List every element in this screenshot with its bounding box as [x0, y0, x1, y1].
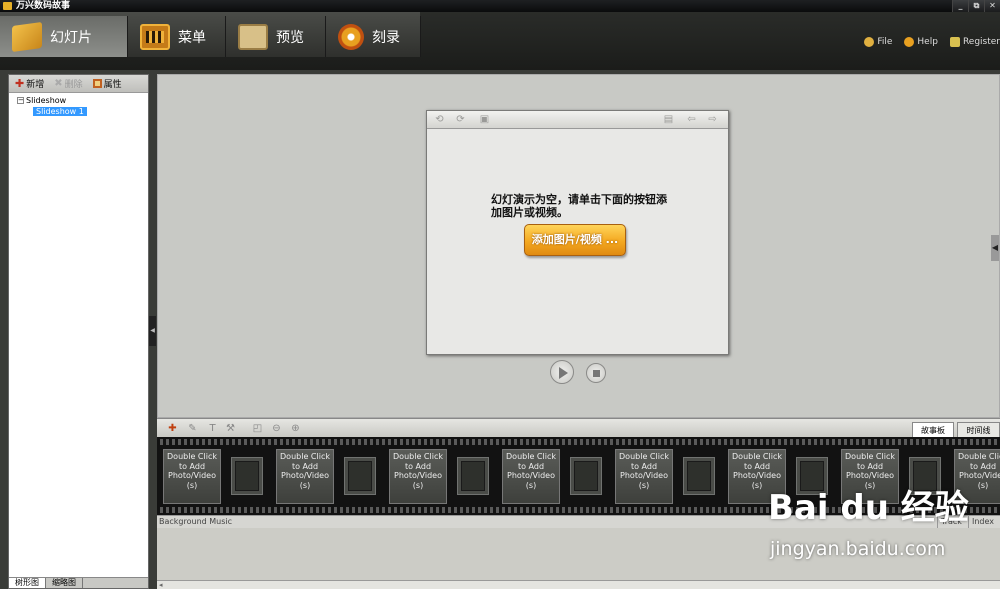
register-link-label: Register [962, 37, 1000, 47]
tab-slideshow[interactable]: 幻灯片 [0, 16, 128, 57]
media-slot[interactable]: Double Click to Add Photo/Video (s) [276, 449, 334, 504]
expand-right-panel-handle[interactable]: ◀ [991, 235, 999, 261]
media-slot[interactable]: Double Click to Add Photo/Video (s) [389, 449, 447, 504]
tree-item-slideshow-1[interactable]: Slideshow 1 [33, 107, 87, 116]
tab-label: 刻录 [372, 29, 400, 46]
delete-slideshow-button[interactable]: ✖ 删除 [54, 77, 82, 90]
properties-button[interactable]: 属性 [92, 77, 122, 90]
panel-collapse-handle[interactable]: ◀ [149, 316, 156, 346]
film-sprockets [157, 439, 1000, 445]
menu-icon [140, 23, 170, 50]
register-key-icon [949, 37, 960, 47]
tab-preview[interactable]: 预览 [226, 16, 326, 57]
tree-root-label: Slideshow [26, 96, 67, 105]
properties-icon [92, 79, 102, 88]
tab-tree-view[interactable]: 树形图 [9, 578, 46, 588]
file-link-label: File [877, 37, 893, 47]
bg-music-column: Background Music [159, 517, 233, 526]
media-slot[interactable]: Double Click to Add Photo/Video (s) [615, 449, 673, 504]
add-label: 新增 [26, 80, 45, 90]
burn-disc-icon [338, 23, 364, 50]
delete-icon: ✖ [54, 78, 63, 89]
main-header: 幻灯片 菜单 预览 刻录 File Help Register [0, 12, 1000, 70]
tree-toolbar: ✚ 新增 ✖ 删除 属性 [9, 75, 148, 93]
rotate-left-icon[interactable]: ⟲ [434, 114, 445, 125]
tab-label: 预览 [276, 29, 304, 46]
preview-toolbar: ⟲ ⟳ ▣ ▤ ⇦ ⇨ [427, 111, 728, 129]
previous-icon[interactable]: ⇦ [686, 114, 697, 125]
preview-window: ⟲ ⟳ ▣ ▤ ⇦ ⇨ 幻灯演示为空，请单击下面的按钮添加图片或视频。 添加图片… [426, 110, 729, 355]
close-button[interactable]: ✕ [984, 0, 1000, 12]
transition-slot[interactable] [457, 457, 489, 495]
add-photo-video-button[interactable]: 添加图片/视频 ... [524, 224, 626, 256]
register-link[interactable]: Register [949, 37, 1000, 47]
tab-label: 菜单 [178, 29, 206, 46]
tab-label: 幻灯片 [50, 29, 92, 46]
properties-label: 属性 [103, 80, 122, 90]
add-slideshow-button[interactable]: ✚ 新增 [15, 77, 44, 90]
add-transition-icon[interactable]: ✎ [187, 423, 198, 434]
transition-slot[interactable] [683, 457, 715, 495]
watermark-logo: Bai du 经验 [768, 488, 969, 528]
tree-root[interactable]: − Slideshow [17, 96, 148, 105]
next-icon[interactable]: ⇨ [707, 114, 718, 125]
media-slot[interactable]: Double Click to Add Photo/Video (s) [502, 449, 560, 504]
restore-button[interactable]: ⧉ [968, 0, 984, 12]
horizontal-scrollbar[interactable]: ◂ [157, 580, 1000, 589]
storyboard-toolbar: ✚ ✎ T ⚒ ◰ ⊖ ⊕ 故事板 时间线 [157, 418, 1000, 438]
file-link[interactable]: File [864, 37, 892, 47]
slideshow-tree: − Slideshow Slideshow 1 [9, 93, 148, 116]
window-title-bar: 万兴数码故事 _ ⧉ ✕ [0, 0, 1000, 12]
transition-slot[interactable] [570, 457, 602, 495]
top-links: File Help Register [864, 37, 1000, 47]
app-icon [3, 2, 12, 10]
slideshow-icon [12, 21, 42, 52]
rotate-right-icon[interactable]: ⟳ [455, 114, 466, 125]
effect-icon[interactable]: ⚒ [225, 423, 236, 434]
crop-icon[interactable]: ◰ [252, 423, 263, 434]
delete-label: 删除 [64, 80, 83, 90]
slideshow-tree-panel: ✚ 新增 ✖ 删除 属性 − Slideshow Slideshow 1 树形图… [8, 74, 149, 589]
tab-menu[interactable]: 菜单 [128, 16, 226, 57]
empty-slideshow-message: 幻灯演示为空，请单击下面的按钮添加图片或视频。 [491, 193, 667, 219]
preview-area: ◀ ⟲ ⟳ ▣ ▤ ⇦ ⇨ 幻灯演示为空，请单击下面的按钮添加图片或视频。 添加… [157, 74, 1000, 418]
transition-slot[interactable] [344, 457, 376, 495]
help-link-label: Help [917, 37, 938, 47]
zoom-in-icon[interactable]: ⊕ [290, 423, 301, 434]
play-button[interactable] [550, 360, 574, 384]
edit-icon[interactable]: ▣ [479, 114, 490, 125]
add-icon: ✚ [15, 77, 25, 90]
tab-storyboard[interactable]: 故事板 [912, 422, 954, 438]
preview-icon [238, 23, 268, 50]
tab-burn[interactable]: 刻录 [326, 16, 421, 57]
fit-icon[interactable]: ▤ [663, 114, 674, 125]
tree-view-tabs: 树形图 缩略图 [9, 577, 148, 588]
watermark-url: jingyan.baidu.com [770, 538, 946, 560]
tab-thumbnail-view[interactable]: 缩略图 [46, 578, 83, 588]
transition-slot[interactable] [231, 457, 263, 495]
tab-timeline[interactable]: 时间线 [957, 422, 1000, 438]
window-title: 万兴数码故事 [16, 1, 71, 11]
media-slot[interactable]: Double Click to Add Photo/Video (s) [163, 449, 221, 504]
baidu-jingyan-watermark: Bai du 经验 jingyan.baidu.com [760, 478, 990, 573]
help-link[interactable]: Help [904, 37, 938, 47]
stop-button[interactable] [586, 363, 606, 383]
text-icon[interactable]: T [207, 423, 218, 434]
collapse-icon[interactable]: − [17, 97, 24, 104]
minimize-button[interactable]: _ [952, 0, 968, 12]
help-icon [904, 37, 915, 47]
zoom-out-icon[interactable]: ⊖ [271, 423, 282, 434]
add-media-icon[interactable]: ✚ [167, 423, 178, 434]
file-icon [864, 37, 875, 47]
